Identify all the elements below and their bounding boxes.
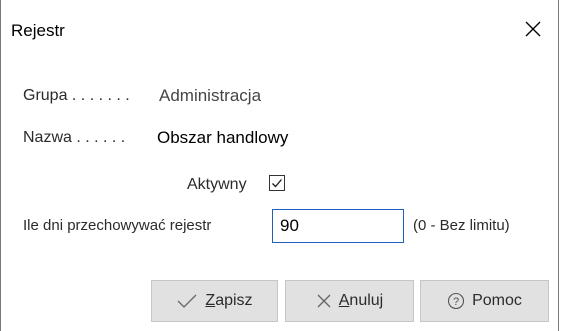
retention-label: Ile dni przechowywać rejestr bbox=[23, 217, 212, 234]
x-icon bbox=[316, 293, 332, 309]
name-label: Nazwa . . . . . . bbox=[23, 129, 126, 146]
checkmark-icon bbox=[272, 179, 282, 188]
close-icon bbox=[525, 21, 541, 37]
active-label: Aktywny bbox=[187, 176, 247, 193]
retention-days-input[interactable] bbox=[272, 209, 404, 243]
help-label: Pomoc bbox=[472, 292, 522, 309]
name-value: Obszar handlowy bbox=[157, 128, 289, 147]
active-checkbox[interactable] bbox=[269, 175, 285, 191]
title-bar: Rejestr bbox=[1, 0, 558, 62]
window-title: Rejestr bbox=[11, 21, 65, 40]
save-label: Zapisz bbox=[205, 292, 253, 309]
help-button[interactable]: ? Pomoc bbox=[420, 280, 549, 322]
group-label: Grupa . . . . . . . bbox=[23, 87, 130, 104]
dialog-window: Rejestr Grupa . . . . . . . Administracj… bbox=[0, 0, 559, 331]
cancel-button[interactable]: Anuluj bbox=[285, 280, 414, 322]
retention-hint: (0 - Bez limitu) bbox=[413, 217, 510, 234]
help-icon: ? bbox=[447, 292, 465, 310]
group-value: Administracja bbox=[159, 86, 262, 105]
svg-text:?: ? bbox=[453, 296, 459, 308]
check-icon bbox=[176, 293, 198, 309]
close-button[interactable] bbox=[516, 12, 550, 46]
save-button[interactable]: Zapisz bbox=[151, 280, 278, 322]
cancel-label: Anuluj bbox=[338, 292, 384, 309]
